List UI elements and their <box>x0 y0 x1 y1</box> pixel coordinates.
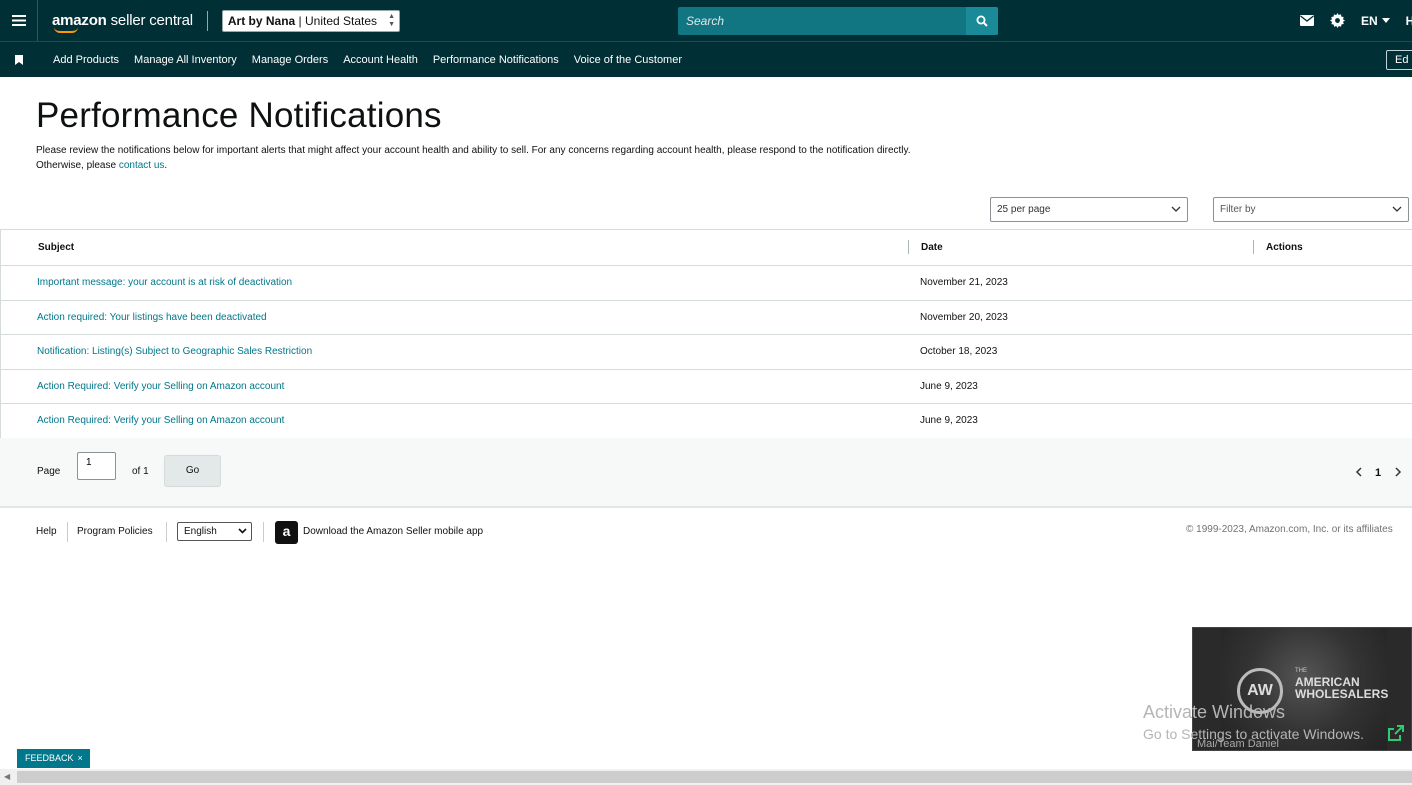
column-header-date[interactable]: Date <box>921 242 943 253</box>
language-selector[interactable]: EN <box>1361 14 1390 28</box>
scroll-left-icon[interactable]: ◀ <box>4 772 10 781</box>
home-link-truncated[interactable]: Ho <box>1406 14 1412 28</box>
chevron-down-icon <box>1392 206 1402 212</box>
chevron-left-icon[interactable] <box>1355 467 1363 480</box>
hamburger-menu-icon[interactable] <box>0 0 38 41</box>
edit-button[interactable]: Ed <box>1386 50 1412 70</box>
chevron-right-icon[interactable] <box>1394 467 1402 480</box>
page-title: Performance Notifications <box>36 96 442 135</box>
feedback-button[interactable]: FEEDBACK × <box>17 749 90 768</box>
close-icon[interactable]: × <box>78 753 83 763</box>
table-row: Important message: your account is at ri… <box>1 266 1412 301</box>
notification-subject-link[interactable]: Important message: your account is at ri… <box>37 277 292 288</box>
page-number-input[interactable] <box>77 452 116 480</box>
footer: Help Program Policies English a Download… <box>0 518 1412 546</box>
notification-date: November 21, 2023 <box>920 277 1008 288</box>
amazon-app-icon[interactable]: a <box>275 521 298 544</box>
per-page-select[interactable]: 25 per page <box>990 197 1188 222</box>
scrollbar-thumb[interactable] <box>17 771 1412 783</box>
notification-date: November 20, 2023 <box>920 311 1008 323</box>
divider <box>67 522 68 542</box>
copyright-text: © 1999-2023, Amazon.com, Inc. or its aff… <box>1186 524 1393 535</box>
search-icon <box>976 15 988 27</box>
top-bar: amazon seller central Art by Nana | Unit… <box>0 0 1412 41</box>
mail-icon[interactable] <box>1300 15 1314 26</box>
chevron-down-icon <box>238 524 247 541</box>
divider <box>166 522 167 542</box>
notifications-table: Subject Date Actions Important message: … <box>0 229 1412 440</box>
download-app-link[interactable]: Download the Amazon Seller mobile app <box>303 526 483 537</box>
column-header-actions: Actions <box>1266 242 1303 253</box>
brand-text: AMERICAN WHOLESALERS <box>1295 675 1389 701</box>
help-link[interactable]: Help <box>36 526 57 537</box>
notification-date: June 9, 2023 <box>920 415 978 426</box>
search-bar <box>678 7 998 35</box>
select-arrows-icon: ▲ ▼ <box>388 12 396 28</box>
nav-item-manage-all-inventory[interactable]: Manage All Inventory <box>134 54 237 66</box>
table-row: Action Required: Verify your Selling on … <box>1 370 1412 404</box>
notification-subject-link[interactable]: Notification: Listing(s) Subject to Geog… <box>37 346 312 357</box>
windows-activation-subtitle: Go to Settings to activate Windows. <box>1143 726 1364 742</box>
popout-icon[interactable] <box>1387 724 1405 747</box>
header-actions: EN Ho <box>1300 0 1412 41</box>
windows-activation-title: Activate Windows <box>1143 702 1286 722</box>
filter-by-select[interactable]: Filter by <box>1213 197 1409 222</box>
nav-item-account-health[interactable]: Account Health <box>343 54 418 66</box>
store-selector[interactable]: Art by Nana | United States ▲ ▼ <box>221 9 401 32</box>
table-row: Action required: Your listings have been… <box>1 301 1412 335</box>
language-label: EN <box>1361 13 1378 28</box>
nav-item-manage-orders[interactable]: Manage Orders <box>252 54 328 66</box>
nav-item-performance-notifications[interactable]: Performance Notifications <box>433 54 559 66</box>
divider <box>263 522 264 542</box>
notification-subject-link[interactable]: Action Required: Verify your Selling on … <box>37 381 284 392</box>
notification-date: June 9, 2023 <box>920 380 978 392</box>
bookmark-icon[interactable] <box>0 54 38 65</box>
go-button[interactable]: Go <box>164 455 221 487</box>
store-name: Art by Nana <box>227 13 296 28</box>
page-count-label: of 1 <box>132 466 149 477</box>
notification-subject-link[interactable]: Action required: Your listings have been… <box>37 312 267 323</box>
current-page-number[interactable]: 1 <box>1375 467 1381 479</box>
footer-language-select[interactable]: English <box>177 522 252 541</box>
table-header: Subject Date Actions <box>1 230 1412 266</box>
notification-subject-link[interactable]: Action Required: Verify your Selling on … <box>37 415 284 426</box>
page-label: Page <box>37 466 61 477</box>
chevron-down-icon <box>1171 206 1181 212</box>
contact-us-link[interactable]: contact us <box>119 160 165 171</box>
column-divider <box>1253 240 1254 254</box>
divider <box>206 10 208 31</box>
per-page-value: 25 per page <box>997 204 1051 215</box>
program-policies-link[interactable]: Program Policies <box>77 526 153 537</box>
column-header-subject[interactable]: Subject <box>38 242 74 253</box>
feedback-label: FEEDBACK <box>25 753 74 763</box>
pagination-bar: Page of 1 Go 1 <box>0 438 1412 508</box>
search-input[interactable] <box>678 7 966 35</box>
chevron-down-icon <box>1381 18 1390 23</box>
notification-date: October 18, 2023 <box>920 346 998 357</box>
column-divider <box>908 240 909 254</box>
table-row: Action Required: Verify your Selling on … <box>1 404 1412 439</box>
brand-small-text: THE <box>1295 668 1307 674</box>
gear-icon[interactable] <box>1330 13 1345 28</box>
footer-language-value: English <box>184 526 217 537</box>
filter-placeholder: Filter by <box>1220 204 1256 215</box>
table-row: Notification: Listing(s) Subject to Geog… <box>1 335 1412 370</box>
nav-item-add-products[interactable]: Add Products <box>53 54 119 66</box>
nav-item-voice-of-the-customer[interactable]: Voice of the Customer <box>574 54 682 66</box>
seller-central-logo[interactable]: amazon seller central <box>52 12 193 33</box>
search-button[interactable] <box>966 7 998 35</box>
bookmark-nav-bar: Add Products Manage All Inventory Manage… <box>0 41 1412 77</box>
page-description: Please review the notifications below fo… <box>36 145 911 171</box>
horizontal-scrollbar[interactable]: ◀ <box>0 769 1412 785</box>
store-region: United States <box>305 13 378 28</box>
